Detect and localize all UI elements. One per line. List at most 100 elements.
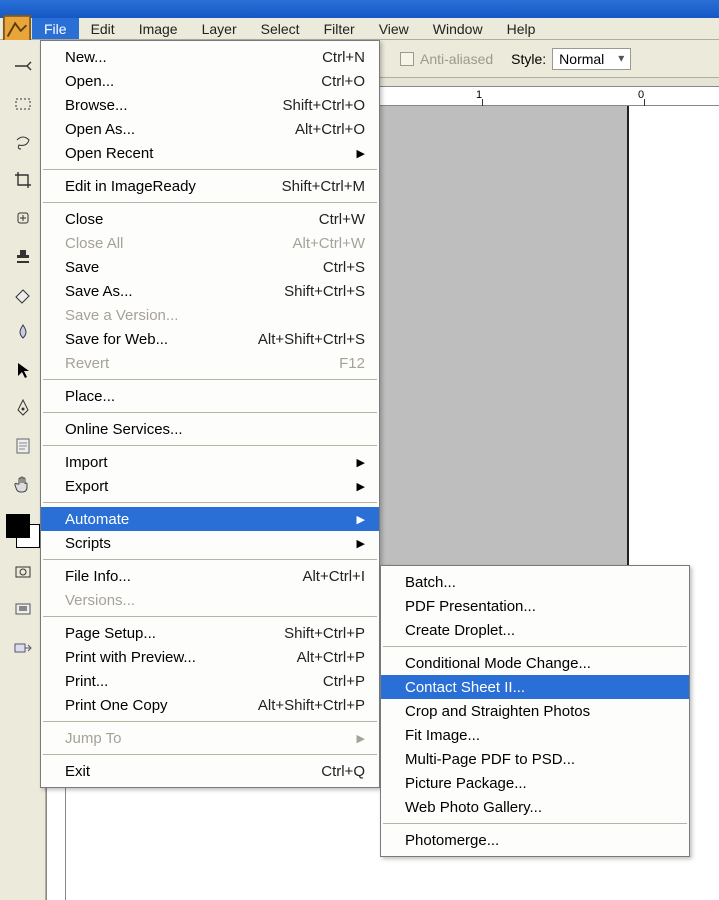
file-menu-export[interactable]: Export▶ — [41, 474, 379, 498]
file-menu-file-info[interactable]: File Info...Alt+Ctrl+I — [41, 564, 379, 588]
automate-menu-create-droplet[interactable]: Create Droplet... — [381, 618, 689, 642]
menu-separator — [43, 169, 377, 170]
menu-shortcut: Alt+Ctrl+P — [297, 649, 365, 666]
automate-menu-conditional-mode-change[interactable]: Conditional Mode Change... — [381, 651, 689, 675]
submenu-arrow-icon: ▶ — [357, 480, 365, 493]
menu-shortcut: Ctrl+P — [323, 673, 365, 690]
menu-separator — [43, 379, 377, 380]
file-menu-save-for-web[interactable]: Save for Web...Alt+Shift+Ctrl+S — [41, 327, 379, 351]
menu-item-label: PDF Presentation... — [405, 598, 536, 615]
file-menu-save-a-version: Save a Version... — [41, 303, 379, 327]
menu-shortcut: Alt+Ctrl+I — [302, 568, 365, 585]
crop-tool[interactable] — [7, 166, 39, 194]
menu-item-label: Crop and Straighten Photos — [405, 703, 590, 720]
automate-menu-picture-package[interactable]: Picture Package... — [381, 771, 689, 795]
airbrush-tool[interactable] — [7, 52, 39, 80]
menu-item-label: Close All — [65, 235, 123, 252]
menu-separator — [43, 502, 377, 503]
style-select[interactable]: Normal — [552, 48, 631, 70]
file-menu-automate[interactable]: Automate▶ — [41, 507, 379, 531]
menu-item-label: Versions... — [65, 592, 135, 609]
quickmask-toggle[interactable] — [7, 558, 39, 586]
automate-menu-web-photo-gallery[interactable]: Web Photo Gallery... — [381, 795, 689, 819]
menu-item-label: Print... — [65, 673, 108, 690]
marquee-tool[interactable] — [7, 90, 39, 118]
file-menu-online-services[interactable]: Online Services... — [41, 417, 379, 441]
menu-item-label: Save a Version... — [65, 307, 178, 324]
menu-item-label: Multi-Page PDF to PSD... — [405, 751, 575, 768]
menu-edit[interactable]: Edit — [79, 18, 127, 39]
pen-tool[interactable] — [7, 394, 39, 422]
screenmode-toggle[interactable] — [7, 596, 39, 624]
menu-item-label: Exit — [65, 763, 90, 780]
menu-window[interactable]: Window — [421, 18, 495, 39]
file-menu-edit-in-imageready[interactable]: Edit in ImageReadyShift+Ctrl+M — [41, 174, 379, 198]
file-menu-close[interactable]: CloseCtrl+W — [41, 207, 379, 231]
file-menu-exit[interactable]: ExitCtrl+Q — [41, 759, 379, 783]
automate-menu-fit-image[interactable]: Fit Image... — [381, 723, 689, 747]
file-menu-page-setup[interactable]: Page Setup...Shift+Ctrl+P — [41, 621, 379, 645]
menu-item-label: Place... — [65, 388, 115, 405]
blur-tool[interactable] — [7, 318, 39, 346]
notes-tool[interactable] — [7, 432, 39, 460]
menu-shortcut: F12 — [339, 355, 365, 372]
file-menu-browse[interactable]: Browse...Shift+Ctrl+O — [41, 93, 379, 117]
menu-shortcut: Shift+Ctrl+M — [282, 178, 365, 195]
menu-select[interactable]: Select — [249, 18, 312, 39]
color-swatches[interactable] — [6, 514, 40, 548]
file-menu-print[interactable]: Print... Ctrl+P — [41, 669, 379, 693]
antialiased-checkbox[interactable]: Anti-aliased — [400, 51, 493, 67]
file-menu-place[interactable]: Place... — [41, 384, 379, 408]
file-menu-print-one-copy[interactable]: Print One CopyAlt+Shift+Ctrl+P — [41, 693, 379, 717]
submenu-arrow-icon: ▶ — [357, 513, 365, 526]
file-menu-new[interactable]: New...Ctrl+N — [41, 45, 379, 69]
menu-separator — [43, 559, 377, 560]
menu-view[interactable]: View — [367, 18, 421, 39]
file-menu-open-as[interactable]: Open As...Alt+Ctrl+O — [41, 117, 379, 141]
antialiased-label: Anti-aliased — [420, 51, 493, 67]
menu-item-label: Photomerge... — [405, 832, 499, 849]
submenu-arrow-icon: ▶ — [357, 732, 365, 745]
menu-shortcut: Alt+Ctrl+W — [292, 235, 365, 252]
menu-image[interactable]: Image — [127, 18, 190, 39]
file-menu-save[interactable]: SaveCtrl+S — [41, 255, 379, 279]
move-arrow-tool[interactable] — [7, 356, 39, 384]
menu-item-label: Picture Package... — [405, 775, 527, 792]
menu-item-label: Save for Web... — [65, 331, 168, 348]
menu-shortcut: Ctrl+S — [323, 259, 365, 276]
file-menu-open-recent[interactable]: Open Recent▶ — [41, 141, 379, 165]
lasso-tool[interactable] — [7, 128, 39, 156]
jump-to-imageready[interactable] — [7, 634, 39, 662]
file-menu-dropdown: New...Ctrl+NOpen...Ctrl+OBrowse...Shift+… — [40, 40, 380, 788]
file-menu-scripts[interactable]: Scripts▶ — [41, 531, 379, 555]
menu-filter[interactable]: Filter — [312, 18, 367, 39]
menu-file[interactable]: File — [32, 18, 79, 39]
file-menu-save-as[interactable]: Save As... Shift+Ctrl+S — [41, 279, 379, 303]
file-menu-print-with-preview[interactable]: Print with Preview...Alt+Ctrl+P — [41, 645, 379, 669]
menu-layer[interactable]: Layer — [190, 18, 249, 39]
file-menu-open[interactable]: Open...Ctrl+O — [41, 69, 379, 93]
automate-menu-crop-and-straighten-photos[interactable]: Crop and Straighten Photos — [381, 699, 689, 723]
hand-tool[interactable] — [7, 470, 39, 498]
healing-tool[interactable] — [7, 204, 39, 232]
menu-item-label: Open As... — [65, 121, 135, 138]
stamp-tool[interactable] — [7, 242, 39, 270]
automate-menu-batch[interactable]: Batch... — [381, 570, 689, 594]
foreground-color-swatch[interactable] — [6, 514, 30, 538]
menu-separator — [43, 412, 377, 413]
file-menu-versions: Versions... — [41, 588, 379, 612]
eraser-tool[interactable] — [7, 280, 39, 308]
automate-menu-contact-sheet-ii[interactable]: Contact Sheet II... — [381, 675, 689, 699]
menu-shortcut: Shift+Ctrl+S — [284, 283, 365, 300]
style-group: Style: Normal — [511, 48, 631, 70]
menu-item-label: Save As... — [65, 283, 133, 300]
automate-menu-pdf-presentation[interactable]: PDF Presentation... — [381, 594, 689, 618]
menu-item-label: New... — [65, 49, 107, 66]
automate-menu-photomerge[interactable]: Photomerge... — [381, 828, 689, 852]
file-menu-import[interactable]: Import▶ — [41, 450, 379, 474]
automate-menu-multi-page-pdf-to-psd[interactable]: Multi-Page PDF to PSD... — [381, 747, 689, 771]
menu-help[interactable]: Help — [495, 18, 548, 39]
menu-item-label: Conditional Mode Change... — [405, 655, 591, 672]
menu-shortcut: Ctrl+O — [321, 73, 365, 90]
submenu-arrow-icon: ▶ — [357, 537, 365, 550]
